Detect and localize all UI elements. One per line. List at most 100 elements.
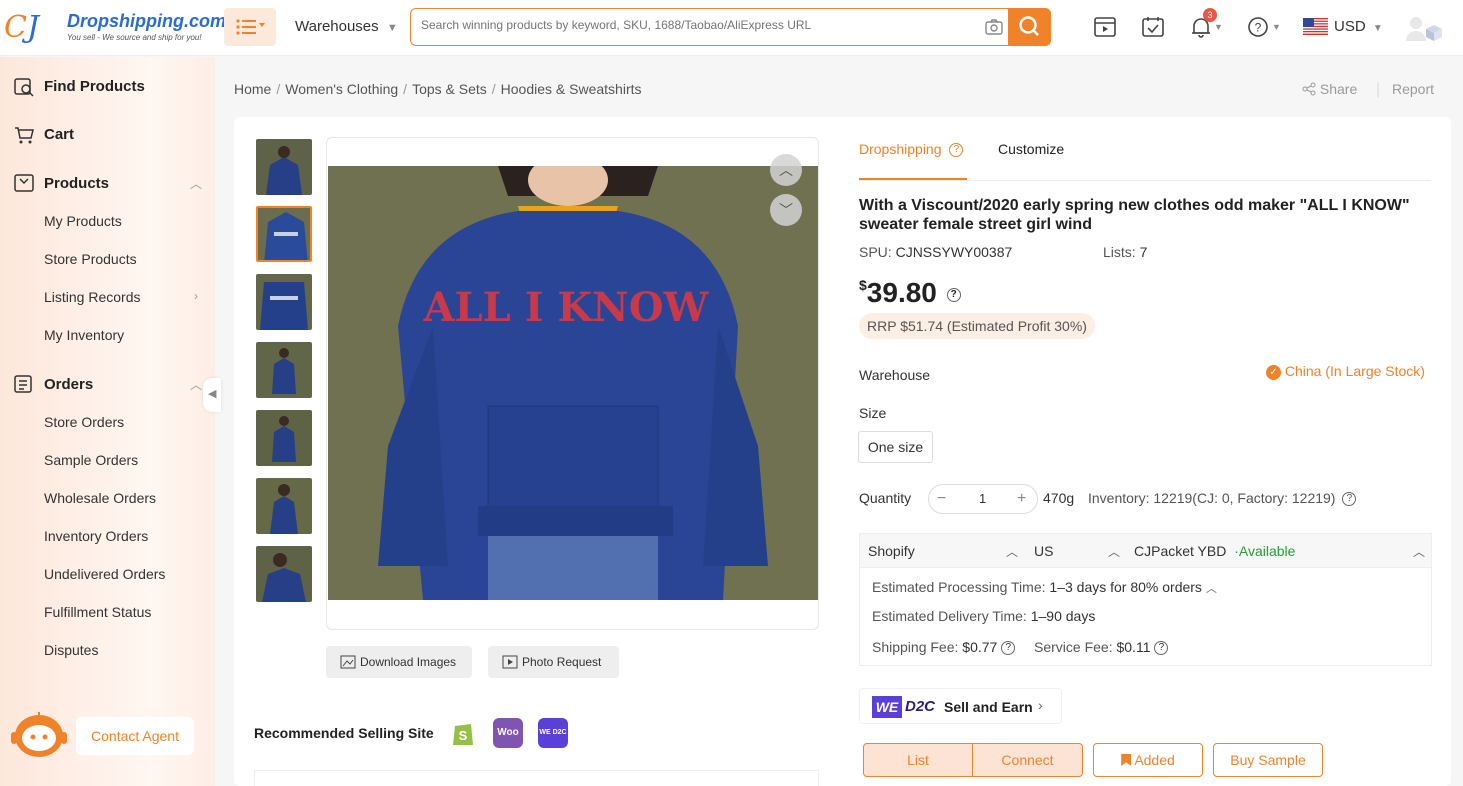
warehouse-option[interactable]: ✓ China (In Large Stock) xyxy=(1266,363,1425,380)
currency-selector[interactable]: USD ▼ xyxy=(1334,18,1383,35)
chevron-up-icon[interactable]: ︿ xyxy=(190,175,202,192)
photo-request-button[interactable]: Photo Request xyxy=(488,646,619,678)
thumbnail-6[interactable] xyxy=(256,478,312,534)
country-select[interactable]: US xyxy=(1034,543,1053,559)
quantity-input[interactable]: 1 xyxy=(979,491,986,506)
thumbnail-1[interactable] xyxy=(256,139,312,195)
connect-button[interactable]: Connect xyxy=(972,743,1083,777)
inventory: Inventory: 12219(CJ: 0, Factory: 12219) … xyxy=(1088,490,1357,507)
platform-select[interactable]: Shopify xyxy=(868,543,915,559)
breadcrumb-tops-sets[interactable]: Tops & Sets xyxy=(412,81,487,97)
sidebar-item-store-products[interactable]: Store Products xyxy=(44,251,137,267)
contact-agent-label[interactable]: Contact Agent xyxy=(76,717,194,755)
sidebar-item-fulfillment-status[interactable]: Fulfillment Status xyxy=(44,604,151,620)
search-button[interactable] xyxy=(1008,8,1051,46)
breadcrumb: Home / Women's Clothing / Tops & Sets / Hoodie… xyxy=(234,81,642,97)
avatar[interactable] xyxy=(1404,14,1444,42)
menu-button[interactable] xyxy=(224,8,276,46)
main-product-image[interactable]: ALL I KNOW xyxy=(326,137,819,630)
thumbnail-5[interactable] xyxy=(256,410,312,466)
wed2c-site-icon[interactable]: WE D2C xyxy=(538,718,568,748)
delivery-value: 1–90 days xyxy=(1030,608,1096,624)
search-input[interactable] xyxy=(421,18,981,32)
sidebar-item-store-orders[interactable]: Store Orders xyxy=(44,414,124,430)
help-icon[interactable]: ? xyxy=(1154,641,1169,656)
breadcrumb-home[interactable]: Home xyxy=(234,81,271,97)
share-button[interactable]: Share xyxy=(1302,81,1357,97)
wed2c-sell-and-earn[interactable]: WE D2C Sell and Earn › xyxy=(859,688,1062,724)
sidebar-item-inventory-orders[interactable]: Inventory Orders xyxy=(44,528,148,544)
tab-customize[interactable]: Customize xyxy=(998,141,1064,157)
scroll-down-button[interactable]: ﹀ xyxy=(770,194,802,226)
thumbnail-image xyxy=(256,139,312,195)
photo-request-icon xyxy=(502,655,518,669)
calendar-check-icon[interactable] xyxy=(1140,14,1166,40)
report-button[interactable]: Report xyxy=(1392,81,1434,97)
chevron-up-icon[interactable]: ︿ xyxy=(190,376,202,393)
check-circle-icon: ✓ xyxy=(1266,365,1281,380)
price-value: 39.80 xyxy=(866,277,937,308)
logo[interactable]: CJ Dropshipping.com You sell - We source… xyxy=(4,8,226,48)
help-icon[interactable]: ? xyxy=(946,287,961,302)
contact-agent[interactable]: Contact Agent xyxy=(0,684,215,786)
sidebar-item-products[interactable]: Products xyxy=(44,175,109,192)
shipping-method-select[interactable]: CJPacket YBD ·Available xyxy=(1134,543,1295,559)
thumbnail-4[interactable] xyxy=(256,342,312,398)
product-photo: ALL I KNOW xyxy=(328,166,818,600)
robot-agent-icon xyxy=(11,712,67,757)
added-button[interactable]: Added xyxy=(1093,743,1203,777)
search-icon xyxy=(1019,16,1039,36)
scroll-up-button[interactable]: ︿ xyxy=(770,154,802,186)
search-bar xyxy=(410,8,1051,46)
tab-dropshipping[interactable]: Dropshipping ? xyxy=(859,141,964,158)
thumbnail-2[interactable] xyxy=(256,206,312,262)
cart-icon xyxy=(15,127,34,144)
lists-value: 7 xyxy=(1139,244,1148,260)
sidebar-item-orders[interactable]: Orders xyxy=(44,376,93,393)
breadcrumb-hoodies[interactable]: Hoodies & Sweatshirts xyxy=(501,81,642,97)
download-images-button[interactable]: Download Images xyxy=(326,646,472,678)
sidebar-item-sample-orders[interactable]: Sample Orders xyxy=(44,452,138,468)
sidebar-item-find-products[interactable]: Find Products xyxy=(44,78,145,95)
logo-name: Dropshipping.com xyxy=(67,11,226,31)
sidebar-item-wholesale-orders[interactable]: Wholesale Orders xyxy=(44,490,156,506)
buy-sample-button[interactable]: Buy Sample xyxy=(1213,743,1323,777)
breadcrumb-womens-clothing[interactable]: Women's Clothing xyxy=(285,81,398,97)
shopify-icon[interactable]: S xyxy=(448,718,478,748)
help-icon[interactable]: ? xyxy=(1246,14,1272,40)
list-button[interactable]: List xyxy=(863,743,973,777)
minus-button[interactable]: − xyxy=(937,490,946,508)
help-icon[interactable]: ? xyxy=(1001,641,1016,656)
sidebar-item-my-inventory[interactable]: My Inventory xyxy=(44,327,124,343)
help-icon[interactable]: ? xyxy=(1342,492,1357,507)
video-icon[interactable] xyxy=(1092,14,1118,40)
chevron-up-icon: ︿ xyxy=(779,162,793,178)
woocommerce-icon[interactable]: Woo xyxy=(493,718,523,748)
chevron-up-icon[interactable]: ︿ xyxy=(1413,543,1425,560)
chevron-up-icon[interactable]: ︿ xyxy=(1006,543,1018,560)
size-option[interactable]: One size xyxy=(858,431,933,463)
share-icon xyxy=(1302,82,1316,96)
sidebar-item-my-products[interactable]: My Products xyxy=(44,213,122,229)
sidebar-item-listing-records[interactable]: Listing Records xyxy=(44,289,141,305)
thumbnail-3[interactable] xyxy=(256,274,312,330)
chevron-up-icon[interactable]: ︿ xyxy=(1108,543,1120,560)
thumbnail-image xyxy=(256,546,312,602)
site-panel xyxy=(254,770,819,786)
wed2c-logo: WE D2C xyxy=(539,729,567,736)
chevron-right-icon[interactable]: › xyxy=(194,289,198,303)
sidebar-collapse-button[interactable]: ◀ xyxy=(203,378,221,412)
caret-down-icon: ▼ xyxy=(386,22,398,34)
chevron-up-icon[interactable]: ︿ xyxy=(1206,583,1217,595)
plus-button[interactable]: + xyxy=(1017,490,1026,508)
sidebar-item-cart[interactable]: Cart xyxy=(44,126,74,143)
warehouses-dropdown[interactable]: Warehouses ▼ xyxy=(295,18,398,35)
sidebar-item-disputes[interactable]: Disputes xyxy=(44,642,98,658)
thumbnail-7[interactable] xyxy=(256,546,312,602)
sidebar-item-undelivered-orders[interactable]: Undelivered Orders xyxy=(44,566,165,582)
logo-mark: CJ xyxy=(4,10,39,45)
camera-icon[interactable] xyxy=(984,17,1004,37)
help-icon[interactable]: ? xyxy=(949,143,964,158)
service-fee-label: Service Fee: xyxy=(1034,639,1113,655)
orders-icon xyxy=(14,375,32,393)
